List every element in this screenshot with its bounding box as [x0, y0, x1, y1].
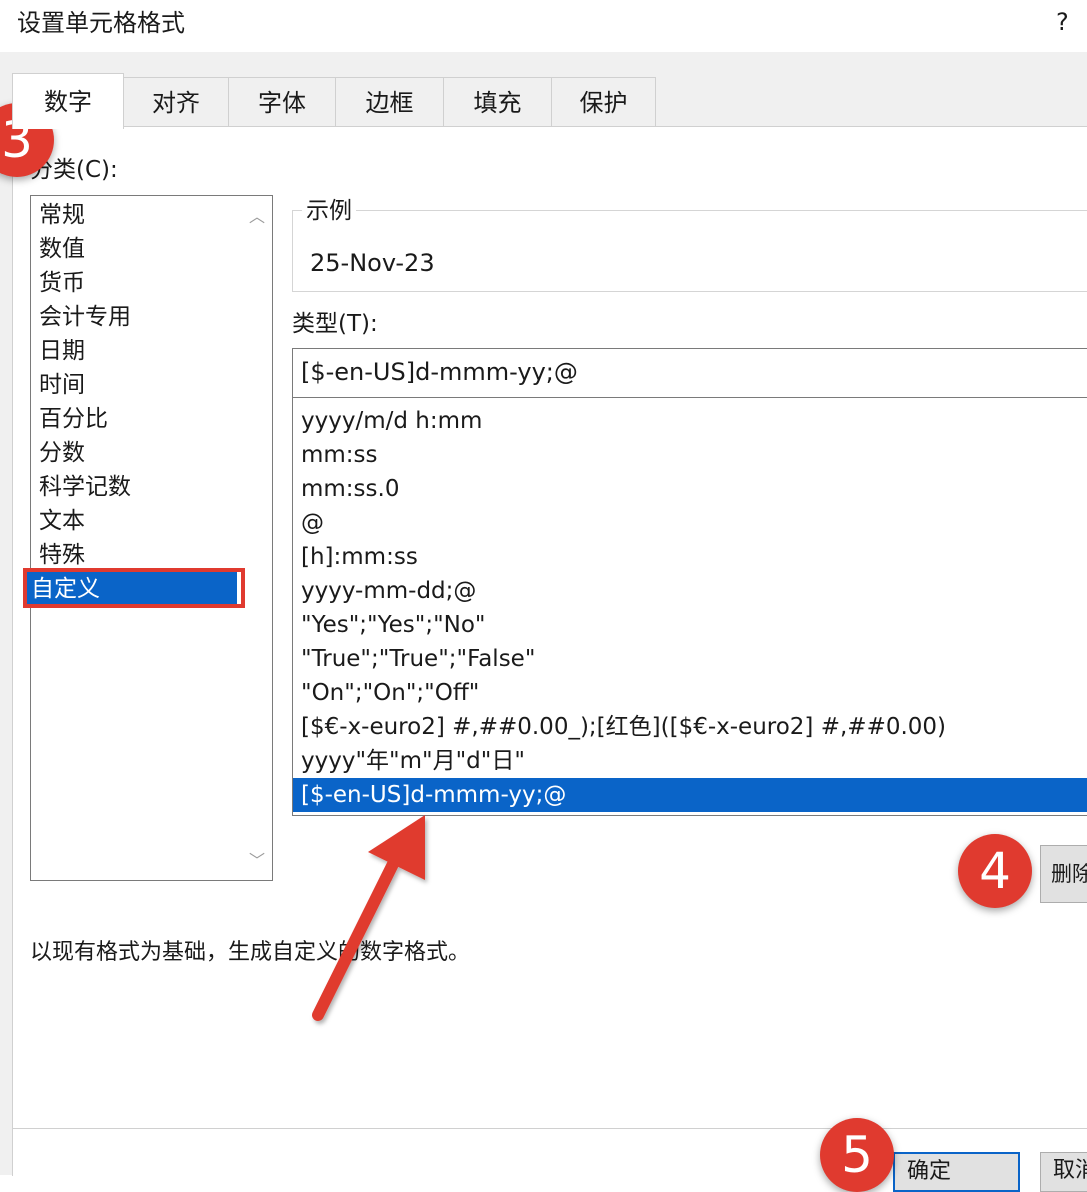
annotation-badge-4: 4 [958, 834, 1032, 908]
tab-number[interactable]: 数字 [12, 73, 124, 129]
annotation-arrow-icon [312, 815, 425, 1021]
annotation-badge-5: 5 [820, 1118, 894, 1192]
